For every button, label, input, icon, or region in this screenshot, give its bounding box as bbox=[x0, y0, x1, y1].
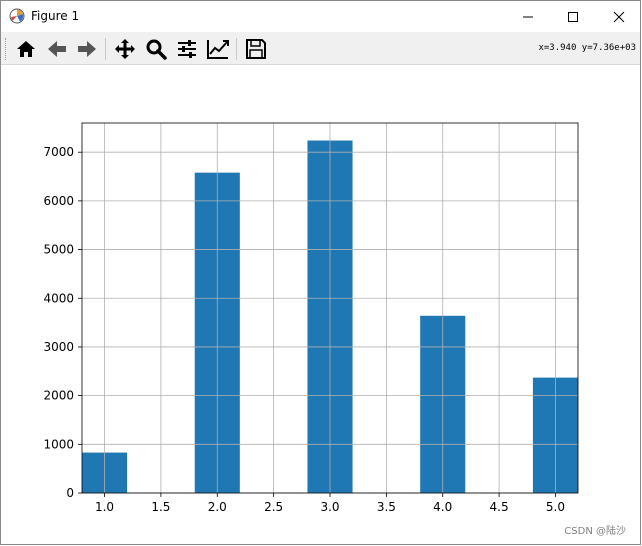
edit-axis-icon bbox=[207, 40, 229, 59]
x-tick-label: 1.0 bbox=[95, 500, 114, 514]
x-tick-label: 2.5 bbox=[264, 500, 283, 514]
y-tick-label: 5000 bbox=[43, 243, 74, 257]
window-title: Figure 1 bbox=[31, 9, 80, 23]
toolbar-separator bbox=[105, 38, 106, 60]
close-icon bbox=[613, 11, 625, 22]
watermark: CSDN @陆沙 bbox=[564, 526, 626, 537]
minimize-icon bbox=[523, 16, 533, 17]
toolbar-separator bbox=[236, 38, 237, 60]
x-tick-label: 2.0 bbox=[208, 500, 227, 514]
figure-canvas[interactable]: 1.0 1.5 2.0 2.5 3.0 3.5 4.0 4.5 5.0 0 1000 2000 3000… bbox=[1, 65, 641, 545]
x-tick-label: 3.0 bbox=[320, 500, 339, 514]
y-tick-label: 6000 bbox=[43, 194, 74, 208]
home-button[interactable] bbox=[13, 36, 39, 62]
y-tick-label: 4000 bbox=[43, 291, 74, 305]
figure-window: Figure 1 x=3.940 y=7.36e+03 1.0 1.5 2.0 … bbox=[0, 0, 641, 545]
y-tick-label: 0 bbox=[66, 486, 74, 500]
save-button[interactable] bbox=[243, 36, 269, 62]
zoom-icon bbox=[146, 39, 167, 60]
x-tick-label: 4.5 bbox=[490, 500, 509, 514]
maximize-icon bbox=[568, 11, 578, 22]
forward-icon bbox=[78, 41, 96, 57]
toolbar-grip[interactable] bbox=[5, 38, 9, 60]
matplotlib-icon bbox=[9, 8, 25, 24]
x-tick-label: 3.5 bbox=[377, 500, 396, 514]
pan-icon bbox=[115, 39, 135, 59]
pan-button[interactable] bbox=[112, 36, 138, 62]
configure-subplots-button[interactable] bbox=[174, 36, 200, 62]
y-tick-label: 2000 bbox=[43, 389, 74, 403]
x-tick-label: 5.0 bbox=[546, 500, 565, 514]
y-tick-label: 1000 bbox=[43, 437, 74, 451]
back-icon bbox=[48, 41, 66, 57]
back-button[interactable] bbox=[44, 36, 70, 62]
home-icon bbox=[17, 41, 35, 57]
configure-subplots-icon bbox=[178, 40, 196, 58]
title-bar[interactable]: Figure 1 bbox=[1, 1, 640, 32]
y-tick-label: 7000 bbox=[43, 145, 74, 159]
minimize-button[interactable] bbox=[505, 1, 551, 32]
zoom-button[interactable] bbox=[143, 36, 169, 62]
save-icon bbox=[246, 39, 266, 59]
x-tick-label: 4.0 bbox=[433, 500, 452, 514]
close-button[interactable] bbox=[596, 1, 642, 32]
y-tick-label: 3000 bbox=[43, 340, 74, 354]
forward-button[interactable] bbox=[74, 36, 100, 62]
cursor-coordinates: x=3.940 y=7.36e+03 bbox=[538, 43, 636, 53]
edit-axis-button[interactable] bbox=[205, 36, 231, 62]
maximize-button[interactable] bbox=[550, 1, 596, 32]
x-tick-label: 1.5 bbox=[151, 500, 170, 514]
